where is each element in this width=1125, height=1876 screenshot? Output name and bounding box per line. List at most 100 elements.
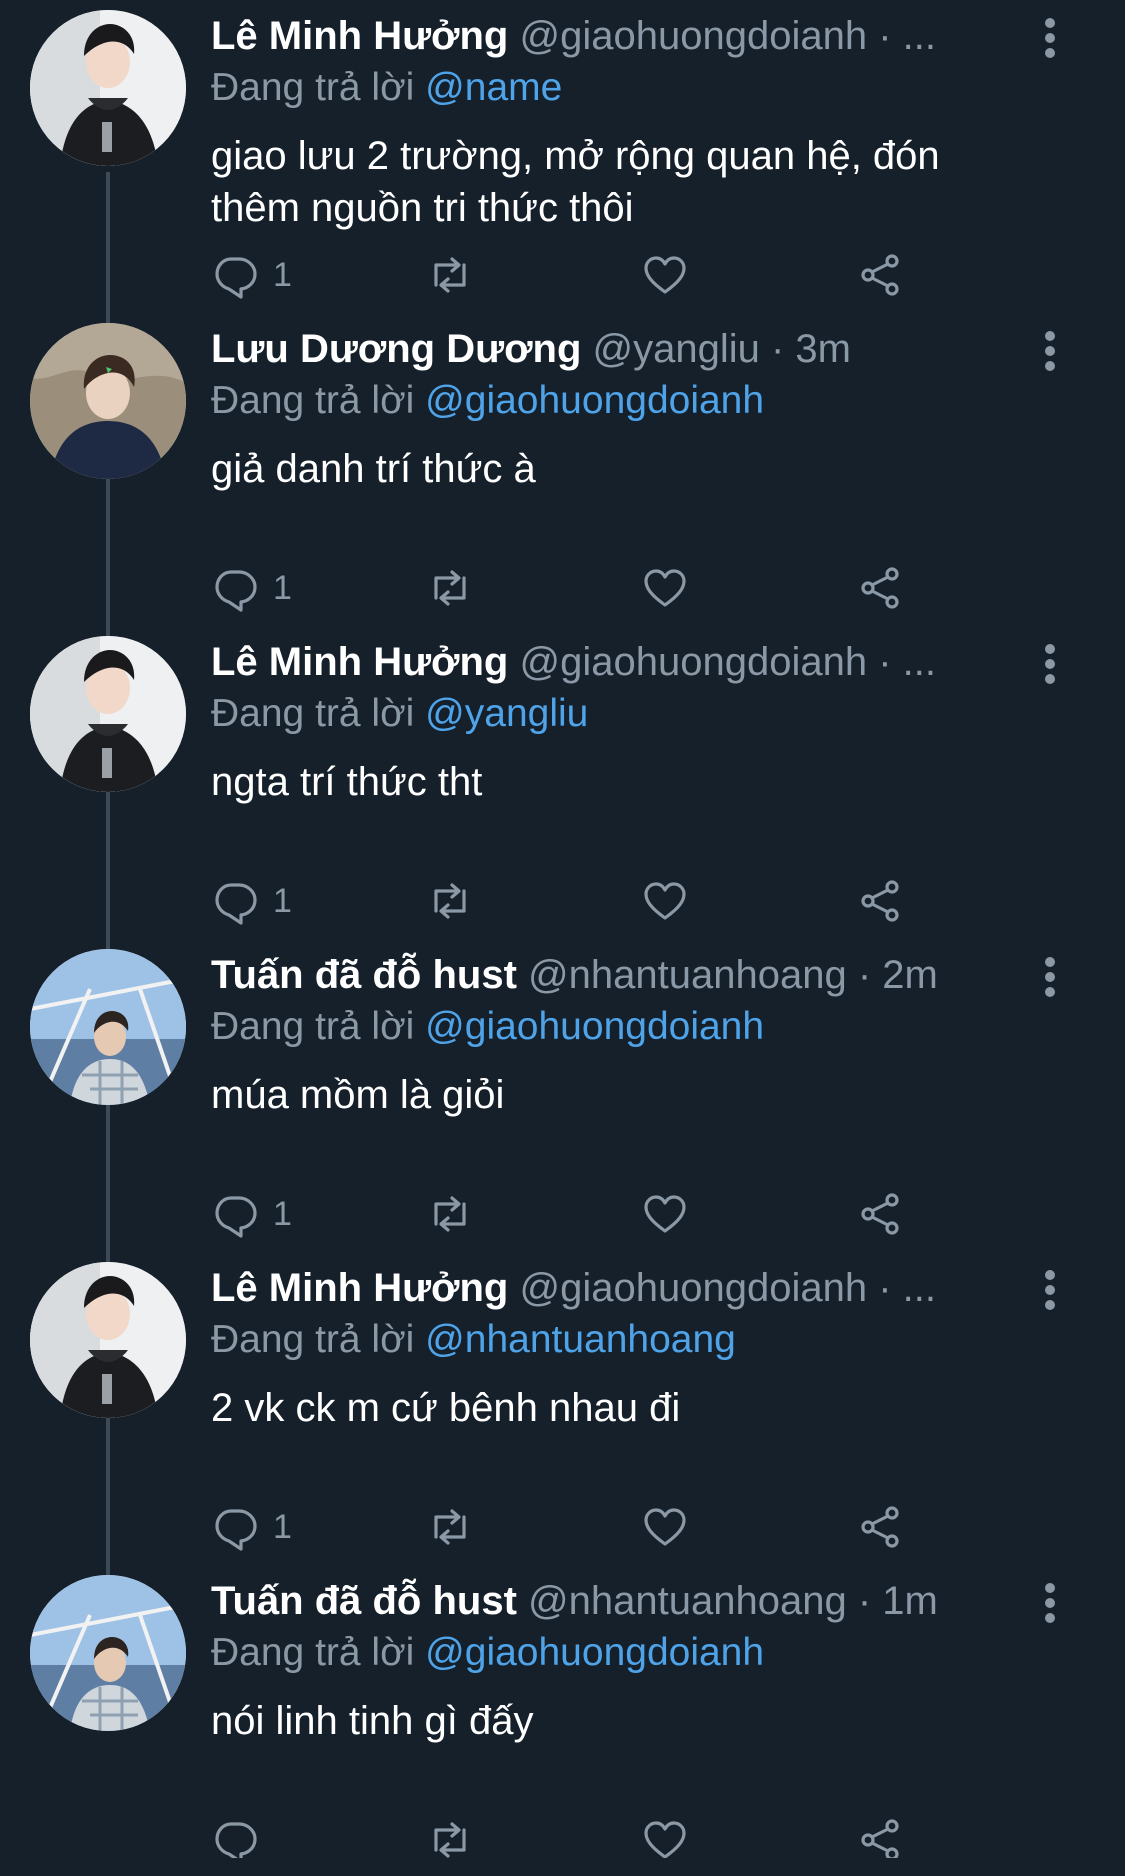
like-button[interactable] bbox=[641, 563, 689, 613]
reply-icon bbox=[215, 1196, 257, 1238]
avatar-boat-avatar[interactable] bbox=[30, 949, 186, 1105]
reply-icon bbox=[215, 570, 257, 612]
reply-button[interactable]: 1 bbox=[211, 1189, 292, 1239]
bottom-edge bbox=[0, 1858, 1125, 1876]
tweet-actions: 1 bbox=[211, 250, 931, 300]
author-name[interactable]: Tuấn đã đỗ hust bbox=[211, 953, 517, 997]
avatar-navy-hoodie-avatar[interactable] bbox=[30, 323, 186, 479]
tweet-2[interactable]: Lưu Dương Dương @yangliu · 3m Đang trả l… bbox=[0, 305, 1125, 617]
share-icon bbox=[861, 567, 899, 609]
author-name[interactable]: Lưu Dương Dương bbox=[211, 327, 581, 371]
retweet-button[interactable] bbox=[426, 1502, 474, 1552]
tweet-header: Tuấn đã đỗ hust @nhantuanhoang · 2m bbox=[211, 951, 1015, 999]
avatar-boat-avatar[interactable] bbox=[30, 1575, 186, 1731]
heart-icon bbox=[644, 256, 686, 294]
share-icon bbox=[861, 1819, 899, 1861]
reply-button[interactable]: 1 bbox=[211, 876, 292, 926]
mention-link[interactable]: @giaohuongdoianh bbox=[425, 379, 764, 422]
retweet-icon bbox=[434, 570, 466, 606]
author-handle-time: @nhantuanhoang · 1m bbox=[528, 1579, 938, 1623]
more-options-icon[interactable] bbox=[1041, 1581, 1061, 1625]
mention-link[interactable]: @giaohuongdoianh bbox=[425, 1631, 764, 1674]
heart-icon bbox=[644, 1508, 686, 1546]
retweet-icon bbox=[434, 1196, 466, 1232]
reply-button[interactable]: 1 bbox=[211, 563, 292, 613]
replying-to-label: Đang trả lời bbox=[211, 1318, 415, 1361]
reply-icon bbox=[215, 1509, 257, 1551]
share-icon bbox=[861, 880, 899, 922]
reply-count: 1 bbox=[273, 881, 292, 920]
author-name[interactable]: Tuấn đã đỗ hust bbox=[211, 1579, 517, 1623]
more-options-icon[interactable] bbox=[1041, 955, 1061, 999]
share-button[interactable] bbox=[856, 563, 904, 613]
tweet-text: giả danh trí thức à bbox=[211, 447, 536, 491]
more-options-icon[interactable] bbox=[1041, 1268, 1061, 1312]
tweet-header: Lê Minh Hưởng @giaohuongdoianh · ... bbox=[211, 638, 1015, 686]
author-name[interactable]: Lê Minh Hưởng bbox=[211, 14, 508, 58]
author-handle-time: @giaohuongdoianh · ... bbox=[519, 1266, 936, 1310]
replying-to-label: Đang trả lời bbox=[211, 692, 415, 735]
replying-to: Đang trả lời @nhantuanhoang bbox=[211, 1316, 736, 1364]
more-options-icon[interactable] bbox=[1041, 16, 1061, 60]
retweet-button[interactable] bbox=[426, 250, 474, 300]
tweet-1[interactable]: Lê Minh Hưởng @giaohuongdoianh · ... Đan… bbox=[0, 0, 1125, 304]
author-name[interactable]: Lê Minh Hưởng bbox=[211, 640, 508, 684]
tweet-header: Lê Minh Hưởng @giaohuongdoianh · ... bbox=[211, 1264, 1015, 1312]
more-options-icon[interactable] bbox=[1041, 642, 1061, 686]
mention-link[interactable]: @nhantuanhoang bbox=[425, 1318, 736, 1361]
mention-link[interactable]: @yangliu bbox=[425, 692, 588, 735]
tweet-text: ngta trí thức tht bbox=[211, 760, 483, 804]
reply-icon bbox=[215, 883, 257, 925]
tweet-header: Tuấn đã đỗ hust @nhantuanhoang · 1m bbox=[211, 1577, 1015, 1625]
share-button[interactable] bbox=[856, 1502, 904, 1552]
share-button[interactable] bbox=[856, 876, 904, 926]
like-button[interactable] bbox=[641, 1189, 689, 1239]
heart-icon bbox=[644, 1821, 686, 1859]
retweet-icon bbox=[434, 883, 466, 919]
retweet-button[interactable] bbox=[426, 1189, 474, 1239]
share-button[interactable] bbox=[856, 1189, 904, 1239]
reply-button[interactable]: 1 bbox=[211, 1502, 292, 1552]
reply-button[interactable]: 1 bbox=[211, 250, 292, 300]
replying-to-label: Đang trả lời bbox=[211, 1631, 415, 1674]
author-handle-time: @giaohuongdoianh · ... bbox=[519, 640, 936, 684]
reply-count: 1 bbox=[273, 1194, 292, 1233]
mention-link[interactable]: @name bbox=[425, 66, 562, 109]
tweet-4[interactable]: Tuấn đã đỗ hust @nhantuanhoang · 2m Đang… bbox=[0, 931, 1125, 1243]
heart-icon bbox=[644, 1195, 686, 1233]
reply-icon bbox=[215, 257, 257, 299]
retweet-button[interactable] bbox=[426, 563, 474, 613]
share-button[interactable] bbox=[856, 250, 904, 300]
reply-count: 1 bbox=[273, 568, 292, 607]
tweet-text: 2 vk ck m cứ bênh nhau đi bbox=[211, 1386, 681, 1430]
like-button[interactable] bbox=[641, 1502, 689, 1552]
reply-count: 1 bbox=[273, 1507, 292, 1546]
replying-to-label: Đang trả lời bbox=[211, 66, 415, 109]
like-button[interactable] bbox=[641, 250, 689, 300]
replying-to-label: Đang trả lời bbox=[211, 1005, 415, 1048]
reply-icon bbox=[215, 1822, 257, 1864]
share-icon bbox=[861, 1193, 899, 1235]
tweet-text: múa mồm là giỏi bbox=[211, 1073, 505, 1117]
tweet-text: giao lưu 2 trường, mở rộng quan hệ, đón … bbox=[211, 134, 940, 230]
avatar-dark-hoodie-avatar[interactable] bbox=[30, 636, 186, 792]
tweet-6[interactable]: Tuấn đã đỗ hust @nhantuanhoang · 1m Đang… bbox=[0, 1557, 1125, 1869]
tweet-actions: 1 bbox=[211, 1502, 931, 1552]
avatar-dark-hoodie-avatar[interactable] bbox=[30, 10, 186, 166]
mention-link[interactable]: @giaohuongdoianh bbox=[425, 1005, 764, 1048]
author-handle-time: @giaohuongdoianh · ... bbox=[519, 14, 936, 58]
retweet-icon bbox=[434, 257, 466, 293]
author-name[interactable]: Lê Minh Hưởng bbox=[211, 1266, 508, 1310]
replying-to: Đang trả lời @yangliu bbox=[211, 690, 588, 738]
heart-icon bbox=[644, 569, 686, 607]
more-options-icon[interactable] bbox=[1041, 329, 1061, 373]
like-button[interactable] bbox=[641, 876, 689, 926]
reply-count: 1 bbox=[273, 255, 292, 294]
tweet-actions: 1 bbox=[211, 876, 931, 926]
tweet-5[interactable]: Lê Minh Hưởng @giaohuongdoianh · ... Đan… bbox=[0, 1244, 1125, 1556]
tweet-actions: 1 bbox=[211, 1189, 931, 1239]
avatar-dark-hoodie-avatar[interactable] bbox=[30, 1262, 186, 1418]
retweet-button[interactable] bbox=[426, 876, 474, 926]
tweet-header: Lê Minh Hưởng @giaohuongdoianh · ... bbox=[211, 12, 1015, 60]
tweet-3[interactable]: Lê Minh Hưởng @giaohuongdoianh · ... Đan… bbox=[0, 618, 1125, 930]
